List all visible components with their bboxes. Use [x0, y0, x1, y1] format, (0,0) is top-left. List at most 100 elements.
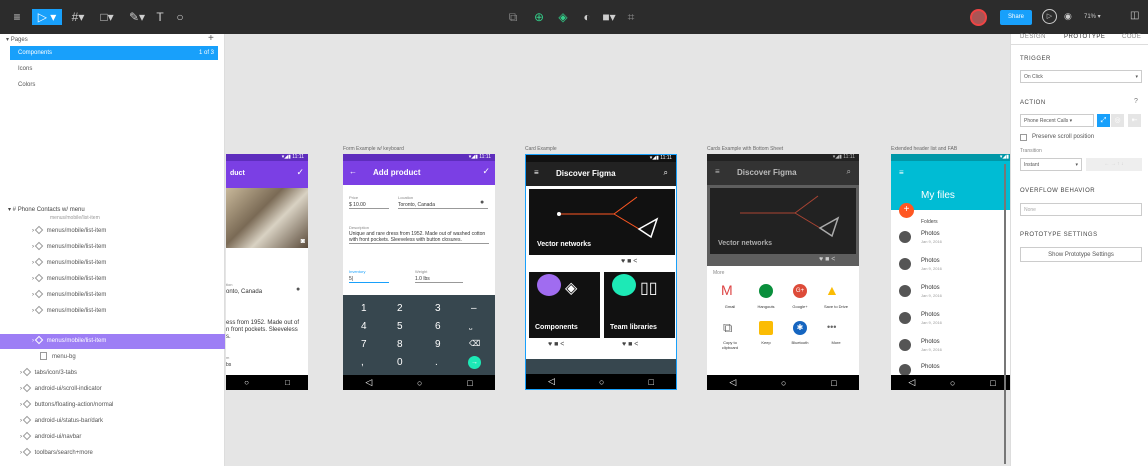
gmail-icon[interactable]: M: [721, 282, 733, 298]
play-icon[interactable]: ▷: [1042, 9, 1057, 24]
bottom-sheet[interactable]: More M G+ ▲ Gmail Hangouts Google+ Save …: [707, 266, 859, 376]
layer-toolbar[interactable]: › toolbars/search+more: [0, 446, 225, 461]
layer-tabs[interactable]: › tabs/icon/3-tabs: [0, 366, 225, 381]
layer-navbar[interactable]: › android-ui/navbar: [0, 430, 225, 445]
shape-tool-icon[interactable]: □▾: [94, 9, 120, 25]
loc-value-partial: onto, Canada: [226, 289, 263, 295]
pages-header[interactable]: ▾ Pages: [6, 36, 28, 43]
tab-prototype[interactable]: PROTOTYPE: [1064, 34, 1105, 40]
layer-list-item[interactable]: › menus/mobile/list-item: [0, 240, 225, 255]
back-icon[interactable]: ⇤: [1128, 114, 1141, 127]
layer-status-bar[interactable]: › android-ui/status-bar/dark: [0, 414, 225, 429]
enter-key[interactable]: →: [468, 356, 481, 369]
menu-icon[interactable]: ≡: [8, 9, 26, 25]
layer-partial: menus/mobile/list-item: [50, 215, 100, 220]
bluetooth-icon[interactable]: ✱: [793, 321, 807, 335]
card-vector-networks[interactable]: Vector networks: [529, 189, 675, 255]
more-icon[interactable]: •••: [827, 322, 836, 332]
navbar: ○ □: [226, 375, 308, 390]
link-icon[interactable]: ⤢: [1097, 114, 1110, 127]
layer-list-item[interactable]: › menus/mobile/list-item: [0, 272, 225, 287]
layer-fab[interactable]: › buttons/floating-action/normal: [0, 398, 225, 413]
add-page-icon[interactable]: +: [208, 33, 214, 44]
location-field[interactable]: Toronto, Canada: [398, 202, 488, 209]
mask-icon[interactable]: ◐: [580, 9, 594, 25]
layer-scroll-indicator[interactable]: › android-ui/scroll-indicator: [0, 382, 225, 397]
card-vector-networks[interactable]: Vector networks: [710, 188, 856, 254]
frame-extended-header[interactable]: ▾◢▮ ≡ My files + Folders Photos Jan 9, 2…: [891, 154, 1013, 390]
help-icon[interactable]: ?: [1134, 98, 1138, 105]
boolean-icon[interactable]: ⧉: [506, 9, 520, 25]
overflow-label: OVERFLOW BEHAVIOR: [1020, 188, 1096, 194]
preserve-scroll-checkbox[interactable]: [1020, 134, 1027, 141]
frame-card-example[interactable]: ▾◢▮ 11:11 ≡ Discover Figma ⌕ Vector netw…: [525, 154, 677, 390]
zoom-level[interactable]: 71% ▾: [1084, 13, 1101, 20]
navbar: ◁ ○ □: [891, 375, 1013, 390]
price-field[interactable]: $ 10.00: [349, 202, 389, 209]
eye-icon[interactable]: ◉: [1064, 11, 1072, 22]
description-field[interactable]: Unique and rare dress from 1952. Made ou…: [349, 231, 489, 244]
avatar[interactable]: [970, 9, 987, 26]
layer-list-item[interactable]: › menus/mobile/list-item: [0, 224, 225, 239]
menu-icon[interactable]: ≡: [899, 168, 904, 177]
tab-code[interactable]: CODE: [1122, 34, 1141, 40]
share-button[interactable]: Share: [1000, 10, 1032, 25]
numeric-keyboard[interactable]: 1 2 3 – 4 5 6 ⎵ 7 8 9 ⌫ , 0 . →: [343, 295, 495, 375]
fab-button[interactable]: +: [899, 203, 914, 218]
menu-icon[interactable]: ≡: [715, 167, 720, 176]
frame-label: Extended header list and FAB: [891, 146, 958, 152]
frame-label: Cards Example with Bottom Sheet: [707, 146, 784, 152]
top-toolbar: ≡ ▷ ▾ #▾ □▾ ✎▾ T ○ ⧉ ⊕ ◈ ◐ ■▾ ⌗ Share ▷ …: [0, 0, 1148, 34]
move-tool-icon[interactable]: ▷ ▾: [32, 9, 62, 25]
comment-tool-icon[interactable]: ○: [172, 9, 188, 25]
google-plus-icon[interactable]: G+: [793, 284, 807, 298]
layer-list-item[interactable]: › menus/mobile/list-item: [0, 288, 225, 303]
search-icon[interactable]: ⌕: [664, 168, 668, 178]
page-item-components[interactable]: Components 1 of 3: [10, 46, 218, 60]
layer-menu-bg[interactable]: menu-bg: [0, 350, 225, 365]
target-icon[interactable]: ◎: [1111, 114, 1124, 127]
layer-list-item[interactable]: › menus/mobile/list-item: [0, 304, 225, 319]
book-icon[interactable]: ◫: [1130, 10, 1139, 21]
crop-icon[interactable]: ⌗: [624, 9, 638, 25]
frame-layer[interactable]: ▾ # Phone Contacts w/ menu: [8, 206, 85, 213]
text-tool-icon[interactable]: T: [152, 9, 168, 25]
show-prototype-settings-button[interactable]: Show Prototype Settings: [1020, 247, 1142, 262]
copy-icon[interactable]: ⧉: [723, 320, 732, 336]
back-arrow-icon[interactable]: ←: [349, 167, 357, 176]
search-icon[interactable]: ⌕: [847, 167, 851, 177]
inventory-field[interactable]: 5|: [349, 276, 389, 283]
drive-icon[interactable]: ▲: [825, 282, 839, 298]
check-icon[interactable]: ✓: [296, 167, 304, 178]
preserve-scroll-label: Preserve scroll position: [1032, 134, 1095, 140]
transition-select[interactable]: Instant ▾: [1020, 158, 1082, 171]
weight-label-partial: m: [226, 355, 230, 360]
weight-field[interactable]: 1.0 lbs: [415, 276, 463, 283]
hangouts-icon[interactable]: [759, 284, 773, 298]
layer-list-item-selected[interactable]: › menus/mobile/list-item: [0, 334, 225, 349]
action-select[interactable]: Phone Recent Calls ▾: [1020, 114, 1094, 127]
fill-icon[interactable]: ■▾: [602, 9, 616, 25]
keep-icon[interactable]: [759, 321, 773, 335]
frame-form-keyboard[interactable]: ▾◢▮ 11:11 ← Add product ✓ Price $ 10.00 …: [343, 154, 495, 390]
tab-design[interactable]: DESIGN: [1020, 34, 1046, 40]
instance-icon[interactable]: ◈: [556, 9, 570, 25]
frame-bottom-sheet[interactable]: ▾◢▮ 11:11 ≡ Discover Figma ⌕ Vector netw…: [707, 154, 859, 390]
page-item-icons[interactable]: Icons: [18, 66, 32, 72]
pen-tool-icon[interactable]: ✎▾: [124, 9, 150, 25]
bottom-bar: [526, 359, 676, 374]
card-actions-icon[interactable]: ♥ ■ <: [548, 341, 564, 348]
trigger-select[interactable]: On Click ▾: [1020, 70, 1142, 83]
card-actions-icon[interactable]: ♥ ■ <: [622, 341, 638, 348]
check-icon[interactable]: ✓: [482, 166, 490, 177]
menu-icon[interactable]: ≡: [534, 168, 539, 177]
direction-arrows[interactable]: ← → ↑ ↓: [1086, 158, 1142, 171]
card-components[interactable]: ◈ Components: [529, 272, 600, 338]
layer-list-item[interactable]: › menus/mobile/list-item: [0, 256, 225, 271]
component-icon[interactable]: ⊕: [532, 9, 546, 25]
page-item-colors[interactable]: Colors: [18, 82, 35, 88]
card-team-libraries[interactable]: ▯▯ Team libraries: [604, 272, 675, 338]
overflow-select[interactable]: None: [1020, 203, 1142, 216]
frame-tool-icon[interactable]: #▾: [64, 9, 92, 25]
card-actions-icon[interactable]: ♥ ■ <: [621, 258, 637, 265]
